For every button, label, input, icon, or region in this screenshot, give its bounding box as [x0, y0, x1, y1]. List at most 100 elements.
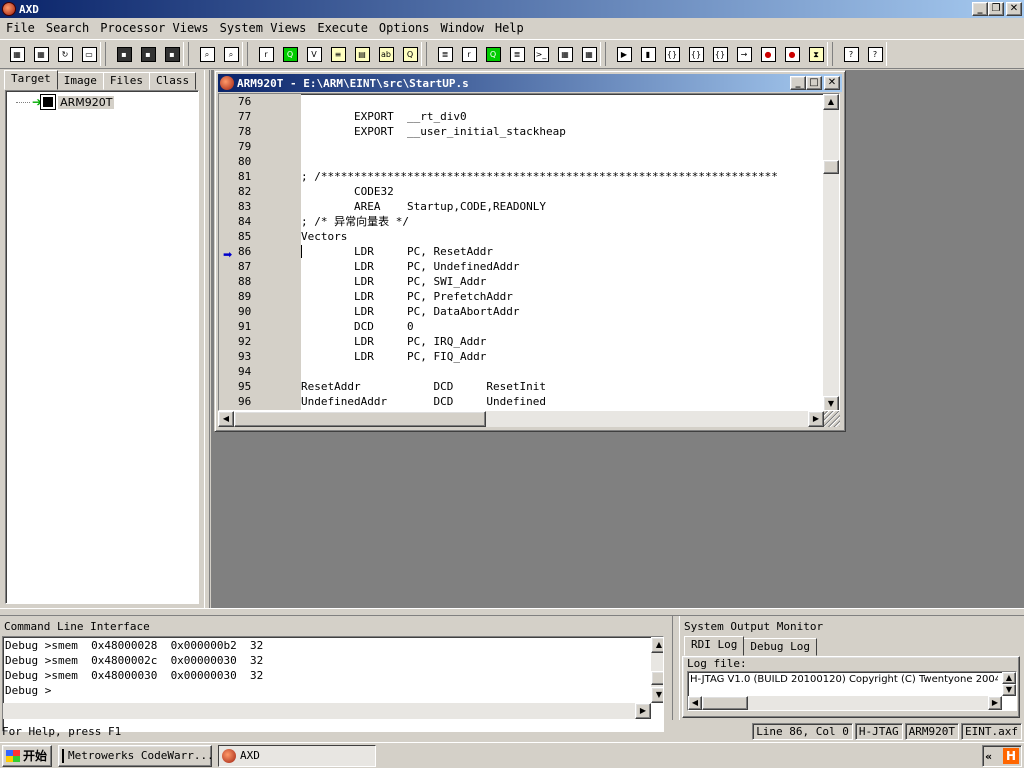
log-horizontal-scrollbar[interactable]: ◀ ▶ — [688, 696, 1002, 710]
tab-files[interactable]: Files — [102, 72, 150, 90]
scroll-right-arrow-icon[interactable]: ▶ — [808, 411, 824, 427]
source-line[interactable]: 95 ResetAddr DCD ResetInit — [219, 379, 829, 394]
menu-help[interactable]: Help — [491, 21, 528, 35]
tab-rdi-log[interactable]: RDI Log — [684, 636, 745, 656]
axd-app-icon[interactable] — [2, 2, 16, 16]
toolbar-help-button[interactable]: ? — [840, 43, 862, 65]
toolbar-v-button[interactable]: V — [303, 43, 325, 65]
tree-node-arm920t[interactable]: ➔ ARM920T — [16, 95, 115, 109]
source-line[interactable]: 92 LDR PC, IRQ_Addr — [219, 334, 829, 349]
minimize-button[interactable]: _ — [972, 2, 988, 16]
menu-execute[interactable]: Execute — [313, 21, 372, 35]
source-window-title-bar[interactable]: ARM920T - E:\ARM\EINT\src\StartUP.s _ □ … — [218, 74, 842, 92]
log-scroll-down-arrow-icon[interactable]: ▼ — [1002, 684, 1016, 696]
source-hscroll-thumb[interactable] — [234, 411, 486, 427]
horizontal-splitter[interactable] — [0, 608, 1024, 616]
cli-output[interactable]: Debug >smem 0x48000028 0x000000b2 32 Debu… — [2, 636, 664, 732]
source-line[interactable]: 96 UndefinedAddr DCD Undefined — [219, 394, 829, 409]
source-line[interactable]: 81 ; /***********************************… — [219, 169, 829, 184]
scroll-up-arrow-icon[interactable]: ▲ — [823, 94, 839, 110]
tab-class[interactable]: Class — [149, 72, 197, 90]
tab-debug-log[interactable]: Debug Log — [743, 638, 817, 656]
scroll-left-arrow-icon[interactable]: ◀ — [218, 411, 234, 427]
log-vertical-scrollbar[interactable]: ▲ ▼ — [1002, 672, 1016, 696]
toolbar-wait-button[interactable]: ⧗ — [805, 43, 827, 65]
source-window-icon[interactable] — [220, 76, 234, 90]
restore-button[interactable]: ❐ — [988, 2, 1004, 16]
toolbar-save-c-button[interactable]: ▪ — [161, 43, 183, 65]
tab-target[interactable]: Target — [4, 70, 58, 90]
source-line[interactable]: 78 EXPORT __user_initial_stackheap — [219, 124, 829, 139]
app-title-bar[interactable]: AXD _ ❐ ✕ — [0, 0, 1024, 18]
toolbar-g-button[interactable]: Q — [279, 43, 301, 65]
toolbar-load-image-button[interactable]: ▦ — [6, 43, 28, 65]
source-line[interactable]: 94 — [219, 364, 829, 379]
log-scroll-right-arrow-icon[interactable]: ▶ — [988, 696, 1002, 710]
toolbar-r-button[interactable]: r — [458, 43, 480, 65]
toolbar-stop-button[interactable]: ▮ — [637, 43, 659, 65]
taskbar-button-codewarrior[interactable]: Metrowerks CodeWarr... — [58, 744, 212, 767]
toolbar-run-to-button[interactable]: → — [733, 43, 755, 65]
source-line[interactable]: 90 LDR PC, DataAbortAddr — [219, 304, 829, 319]
toolbar-m4-button[interactable]: ▦ — [578, 43, 600, 65]
scroll-down-arrow-icon[interactable]: ▼ — [823, 396, 839, 410]
source-horizontal-scrollbar[interactable]: ◀ ▶ — [218, 411, 824, 427]
toolbar-open-file-button[interactable]: ▭ — [78, 43, 100, 65]
tab-image[interactable]: Image — [56, 72, 104, 90]
source-line[interactable]: 79 — [219, 139, 829, 154]
toolbar-r-button[interactable]: r — [255, 43, 277, 65]
toolbar-reload-button[interactable]: ↻ — [54, 43, 76, 65]
toolbar-l-button[interactable]: ab — [375, 43, 397, 65]
toolbar-w-button[interactable]: ≡ — [327, 43, 349, 65]
source-line[interactable]: 86 LDR PC, ResetAddr ➡ — [219, 244, 829, 261]
source-line[interactable]: 89 LDR PC, PrefetchAddr — [219, 289, 829, 304]
toolbar-bp-b-button[interactable]: ● — [781, 43, 803, 65]
menu-search[interactable]: Search — [42, 21, 93, 35]
cli-scroll-right-arrow-icon[interactable]: ▶ — [635, 703, 651, 719]
toolbar-step-button[interactable]: {} — [685, 43, 707, 65]
target-tree[interactable]: ➔ ARM920T — [5, 90, 199, 604]
log-scroll-left-arrow-icon[interactable]: ◀ — [688, 696, 702, 710]
toolbar-step-out-button[interactable]: {} — [709, 43, 731, 65]
toolbar-bp-a-button[interactable]: ● — [757, 43, 779, 65]
toolbar-find-b-button[interactable]: ⌕ — [220, 43, 242, 65]
cli-horizontal-scrollbar[interactable]: ▶ — [3, 703, 651, 719]
toolbar-t-button[interactable]: >_ — [530, 43, 552, 65]
menu-file[interactable]: File — [2, 21, 39, 35]
source-vertical-scrollbar[interactable]: ▲ ▼ — [823, 94, 839, 410]
cli-scroll-down-arrow-icon[interactable]: ▼ — [651, 687, 663, 703]
source-maximize-button[interactable]: □ — [806, 76, 822, 90]
source-line[interactable]: 84 ; /* 异常向量表 */ — [219, 214, 829, 229]
toolbar-g-button[interactable]: Q — [482, 43, 504, 65]
toolbar-m2-button[interactable]: ≣ — [506, 43, 528, 65]
source-line[interactable]: 83 AREA Startup,CODE,READONLY — [219, 199, 829, 214]
source-line[interactable]: 77 EXPORT __rt_div0 — [219, 109, 829, 124]
source-line[interactable]: 93 LDR PC, FIQ_Addr — [219, 349, 829, 364]
toolbar-load-session-button[interactable]: ▦ — [30, 43, 52, 65]
source-line[interactable]: 91 DCD 0 — [219, 319, 829, 334]
source-line[interactable]: 76 — [219, 94, 829, 109]
menu-window[interactable]: Window — [437, 21, 488, 35]
source-line[interactable]: 80 — [219, 154, 829, 169]
close-button[interactable]: ✕ — [1006, 2, 1022, 16]
cli-vscroll-thumb[interactable] — [651, 671, 663, 685]
toolbar-save-a-button[interactable]: ▪ — [113, 43, 135, 65]
menu-options[interactable]: Options — [375, 21, 434, 35]
toolbar-m-button[interactable]: ▤ — [351, 43, 373, 65]
tray-chevron-icon[interactable]: « — [985, 750, 992, 763]
vertical-splitter[interactable] — [204, 70, 210, 608]
toolbar-m3-button[interactable]: ▦ — [554, 43, 576, 65]
source-line[interactable]: 88 LDR PC, SWI_Addr — [219, 274, 829, 289]
menu-system-views[interactable]: System Views — [216, 21, 311, 35]
toolbar-q-button[interactable]: Q — [399, 43, 421, 65]
log-hscroll-thumb[interactable] — [702, 696, 748, 710]
toolbar-step-in-button[interactable]: {} — [661, 43, 683, 65]
cli-scroll-up-arrow-icon[interactable]: ▲ — [651, 637, 663, 653]
toolbar-save-b-button[interactable]: ▪ — [137, 43, 159, 65]
source-vscroll-thumb[interactable] — [823, 160, 839, 174]
source-code-view[interactable]: 76 77 EXPORT __rt_div0 78 EXPORT __user_in… — [218, 93, 840, 411]
start-button[interactable]: 开始 — [2, 744, 52, 767]
toolbar-find-a-button[interactable]: ⌕ — [196, 43, 218, 65]
source-close-button[interactable]: ✕ — [824, 76, 840, 90]
source-minimize-button[interactable]: _ — [790, 76, 806, 90]
